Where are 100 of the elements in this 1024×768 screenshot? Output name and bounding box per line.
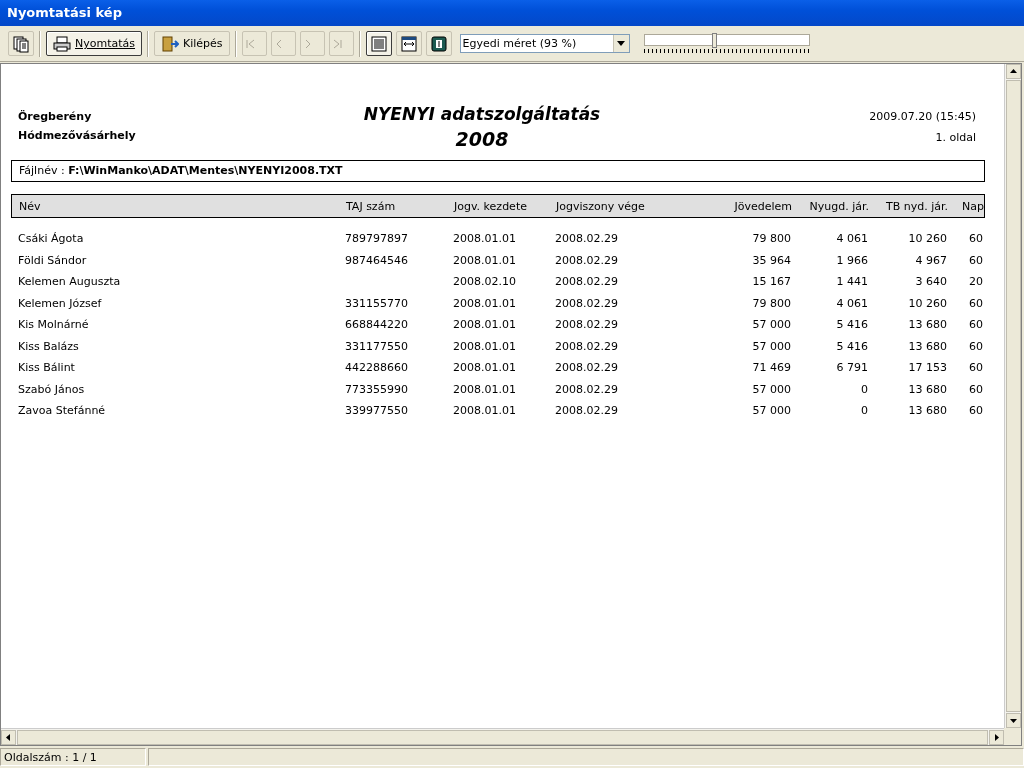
table-cell-text: 2008.02.29 [555,295,619,312]
table-cell-text: 10 260 [907,295,947,312]
table-cell-text: 4 967 [914,252,947,269]
multi-page-button[interactable] [8,31,34,56]
table-cell-text: 987464546 [345,252,409,269]
door-icon [161,35,180,52]
table-cell-text: 2008.02.29 [555,360,619,376]
table-cell-text: 60 [968,295,983,312]
table-cell-text: 2008.01.01 [453,252,517,269]
table-cell-text: 339977550 [345,403,409,419]
column-header: Nap [961,199,984,213]
table-cell-text: 60 [968,231,983,247]
column-header: TB nyd. jár. [884,199,948,213]
table-cell-text: 2008.02.10 [453,274,517,290]
table-cell-text: 2008.02.29 [555,231,619,247]
table-cell-text: 60 [968,252,983,269]
table-cell-text: 442288660 [345,360,409,376]
table-cell-text: Kiss Bálint [18,360,76,376]
address-text: Öregberény [18,110,93,123]
table-cell-text: 60 [968,360,983,376]
print-button[interactable]: Nyomtatás [46,31,143,56]
window-title: Nyomtatási kép [6,4,122,20]
dropdown-arrow-icon [617,41,626,46]
zoom-slider[interactable] [643,31,810,56]
fit-width-icon [399,34,418,53]
report-title: NYENYI adatszolgáltatás [363,104,601,124]
table-cell-text: 773355990 [345,381,409,398]
table-cell-text: 2008.02.29 [555,338,619,355]
table-cell-text: 1 966 [835,252,868,269]
table-cell-text: 60 [968,381,983,398]
table-cell-text: 0 [860,403,868,419]
table-cell-text: 79 800 [751,295,791,312]
table-cell-text: Csáki Ágota [18,231,85,247]
table-cell-text: Szabó János [18,381,86,398]
filename-text: Fájlnév : F:\WinManko\ADAT\Mentes\NYENYI2008.TXT [11,160,985,182]
table-cell-text: 57 000 [751,403,791,419]
column-header: Jövedelem [733,199,792,213]
table-cell-text: 79 800 [751,231,791,247]
table-cell-text: 13 680 [907,317,947,333]
address-text: Hódmezővásárhely [18,129,137,142]
table-cell-text: 35 964 [751,252,791,269]
report-title: 2008 [455,128,509,150]
single-page-icon [369,34,388,53]
table-cell-text: 5 416 [835,317,868,333]
page-count-text: Oldalszám : 1 / 1 [0,748,146,766]
table-cell-text: 2008.01.01 [453,381,517,398]
table-cell-text: Földi Sándor [18,252,88,269]
table-cell-text: 1 441 [835,274,868,290]
table-cell-text: 789797897 [345,231,409,247]
table-cell-text: 2008.01.01 [453,403,517,419]
table-cell-text: 0 [860,381,868,398]
page-number-text: 1. oldal [935,131,976,144]
skip-arrow-icon [245,38,255,49]
table-cell-text: 6 791 [835,360,868,376]
table-cell-text: 3 640 [914,274,947,290]
table-cell-text: Kiss Balázs [18,338,80,355]
table-cell-text: 13 680 [907,403,947,419]
column-header: Jogv. kezdete [454,199,528,213]
table-cell-text: 2008.02.29 [555,274,619,290]
table-cell-text: 2008.01.01 [453,360,517,376]
printer-icon [53,35,71,52]
scroll-left-icon [1,729,16,745]
table-cell-text: 2008.02.29 [555,317,619,333]
pages-icon [12,34,30,53]
table-cell-text: 4 061 [835,295,868,312]
table-cell-text: 57 000 [751,317,791,333]
scroll-down-icon [1005,713,1021,728]
scroll-up-icon [1005,64,1021,79]
column-header: Nyugd. jár. [808,199,869,213]
table-cell-text: 17 153 [907,360,947,376]
column-header: Név [19,199,42,213]
zoom-dropdown[interactable]: Egyedi méret (93 %) [459,34,630,53]
table-cell-text: 57 000 [751,381,791,398]
table-cell-text: 331177550 [345,338,409,355]
table-cell-text: 10 260 [907,231,947,247]
table-cell-text: 60 [968,403,983,419]
table-cell-text: 60 [968,317,983,333]
view-button[interactable] [365,31,392,56]
table-cell-text: Zavoa Stefánné [18,403,107,419]
table-cell-text: 2008.02.29 [555,381,619,398]
table-cell-text: 20 [968,274,983,290]
table-cell-text: 57 000 [751,338,791,355]
table-cell-text: 331155770 [345,295,409,312]
table-cell-text: 2008.02.29 [555,403,619,419]
date-text: 2009.07.20 (15:45) [869,110,976,123]
table-cell-text: 13 680 [907,338,947,355]
table-cell-text: 4 061 [835,231,868,247]
table-cell-text: 668844220 [345,317,409,333]
table-cell-text: 2008.01.01 [453,231,517,247]
table-cell-text: 60 [968,338,983,355]
table-cell-text: 2008.01.01 [453,317,517,333]
skip-arrow-icon [332,38,342,49]
table-cell-text: Kelemen Auguszta [18,274,122,290]
table-cell-text: 15 167 [751,274,791,290]
scroll-right-icon [989,729,1004,745]
table-cell-text: Kelemen József [18,295,103,312]
exit-button[interactable]: Kilépés [154,31,230,56]
table-cell-text: Kis Molnárné [18,317,90,333]
column-header: TAJ szám [346,199,397,213]
table-cell-text: 2008.02.29 [555,252,619,269]
